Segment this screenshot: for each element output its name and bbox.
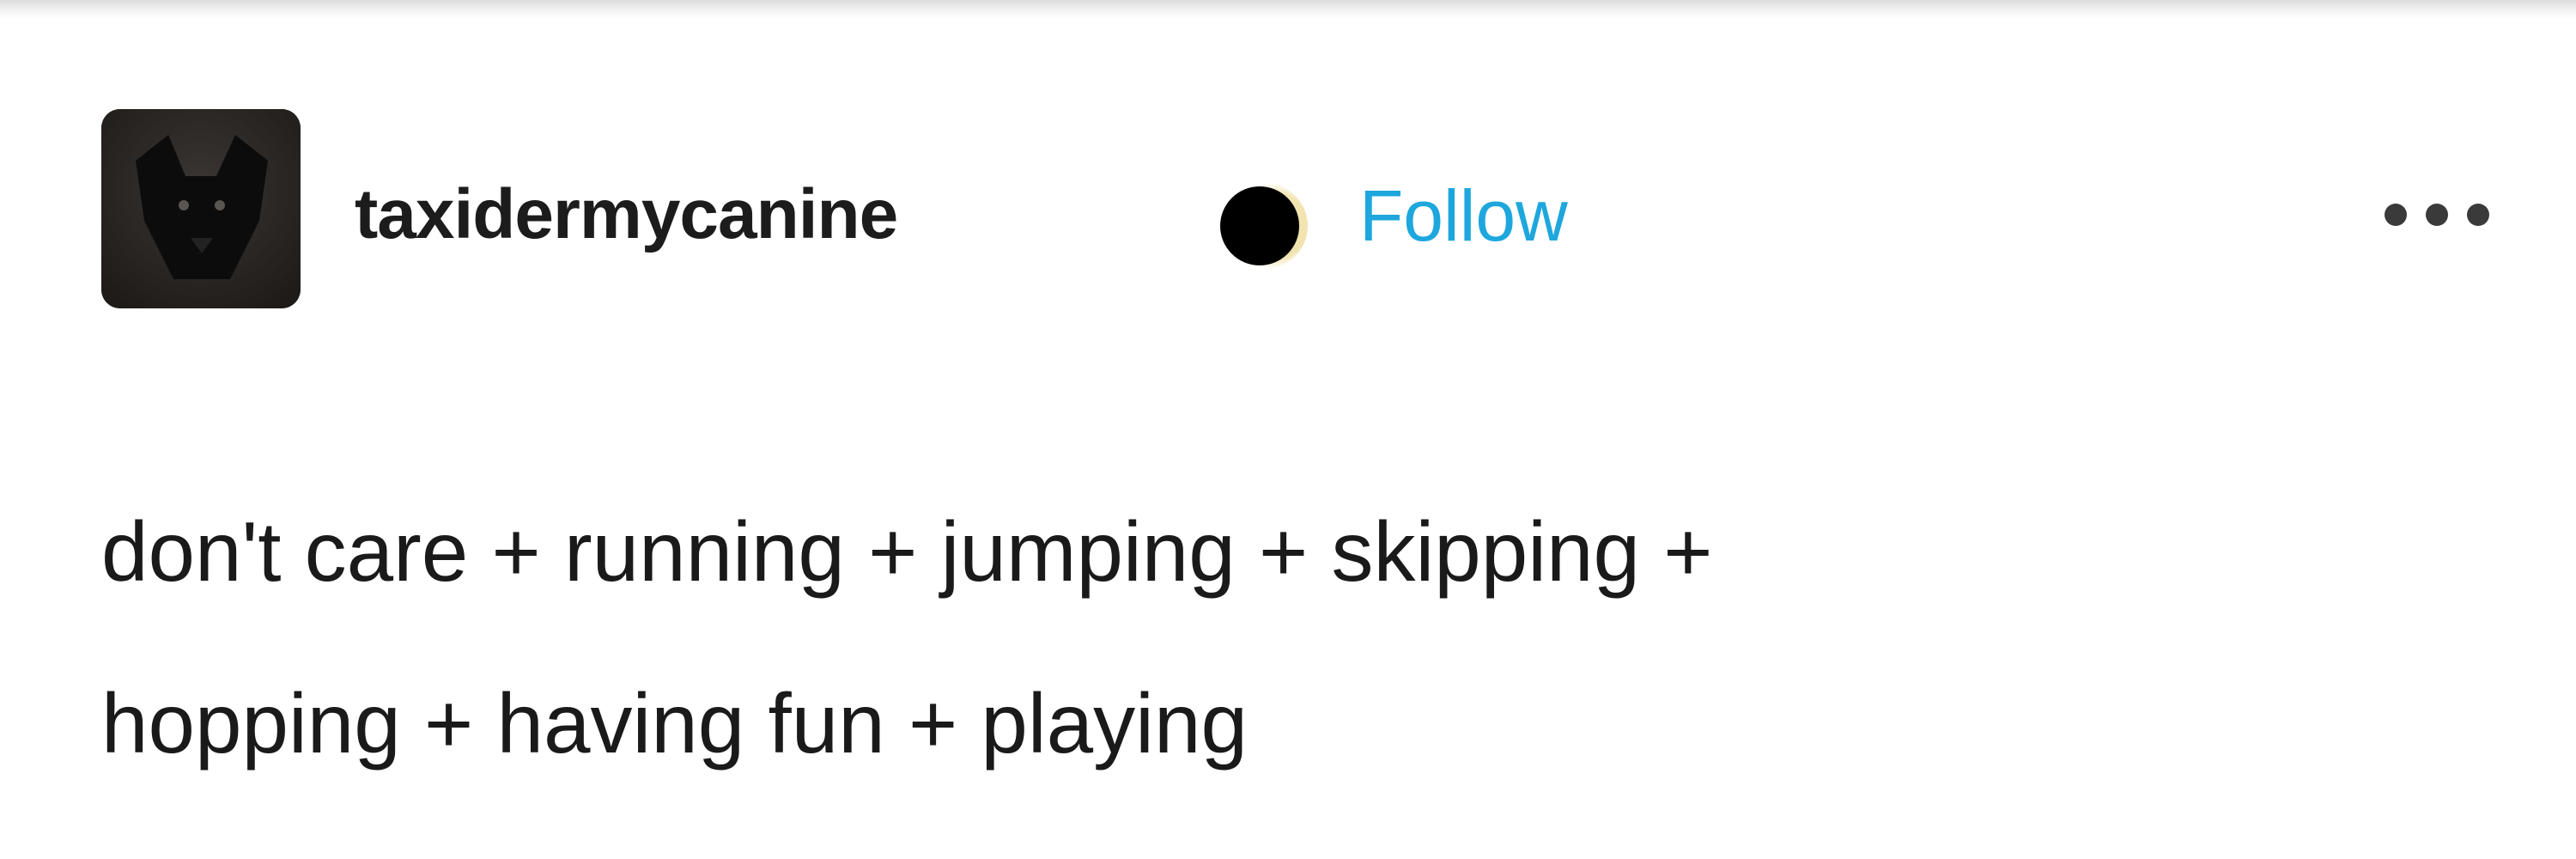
username[interactable]: taxidermycanine bbox=[355, 180, 898, 250]
black-wolf-avatar-icon bbox=[101, 109, 301, 308]
tumblr-post: taxidermycanine Follow don't care + runn… bbox=[0, 19, 2576, 859]
post-text: don't care + running + jumping + skippin… bbox=[101, 504, 1713, 771]
post-header: taxidermycanine Follow bbox=[101, 109, 2489, 315]
avatar[interactable] bbox=[101, 109, 301, 308]
follow-button[interactable]: Follow bbox=[1359, 180, 1568, 252]
top-divider bbox=[0, 0, 2576, 19]
post-body: don't care + running + jumping + skippin… bbox=[101, 466, 2420, 809]
eclipse-moon-icon bbox=[1220, 183, 1308, 269]
more-options-icon[interactable] bbox=[2377, 198, 2497, 232]
